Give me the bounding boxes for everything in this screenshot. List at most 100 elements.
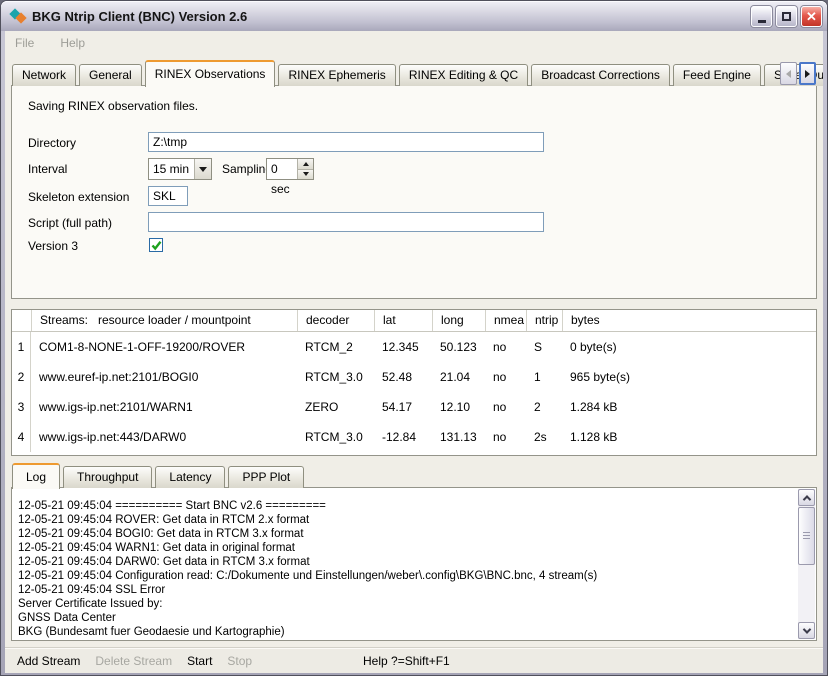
- chevron-down-icon: [802, 625, 810, 633]
- interval-value: 15 min: [149, 162, 194, 176]
- table-header: Streams: resource loader / mountpointdec…: [12, 310, 816, 332]
- cell-lat: -12.84: [374, 422, 432, 452]
- sampling-value: 0 sec: [267, 159, 297, 179]
- log-scrollbar[interactable]: [798, 489, 815, 639]
- client-area: File Help NetworkGeneralRINEX Observation…: [5, 31, 823, 673]
- help-label: Help ?=Shift+F1: [363, 654, 450, 668]
- maximize-icon: [782, 12, 791, 21]
- table-row[interactable]: 1COM1-8-NONE-1-OFF-19200/ROVERRTCM_212.3…: [12, 332, 816, 362]
- tab-log[interactable]: Log: [12, 463, 60, 489]
- tab-feed-engine[interactable]: Feed Engine: [673, 64, 761, 86]
- cell-num: 2: [12, 362, 31, 392]
- interval-label: Interval: [28, 162, 67, 176]
- titlebar[interactable]: BKG Ntrip Client (BNC) Version 2.6 ✕: [1, 1, 827, 31]
- chevron-down-icon: [199, 167, 207, 172]
- tab-rinex-observations[interactable]: RINEX Observations: [145, 60, 276, 87]
- cell-ntrip: S: [526, 332, 562, 362]
- cell-num: 3: [12, 392, 31, 422]
- cell-num: 1: [12, 332, 31, 362]
- tab-rinex-editing-qc[interactable]: RINEX Editing & QC: [399, 64, 528, 86]
- cell-ntrip: 2s: [526, 422, 562, 452]
- scroll-thumb[interactable]: [798, 507, 815, 565]
- cell-ntrip: 1: [526, 362, 562, 392]
- cell-mountpoint: www.euref-ip.net:2101/BOGI0: [31, 362, 297, 392]
- cell-long: 131.13: [432, 422, 485, 452]
- table-row[interactable]: 3www.igs-ip.net:2101/WARN1ZERO54.1712.10…: [12, 392, 816, 422]
- table-row[interactable]: 2www.euref-ip.net:2101/BOGI0RTCM_3.052.4…: [12, 362, 816, 392]
- scroll-up-button[interactable]: [798, 489, 815, 506]
- cell-ntrip: 2: [526, 392, 562, 422]
- maximize-button[interactable]: [776, 6, 797, 27]
- version3-checkbox[interactable]: [149, 238, 163, 252]
- cell-lat: 54.17: [374, 392, 432, 422]
- cell-mountpoint: www.igs-ip.net:2101/WARN1: [31, 392, 297, 422]
- table-row[interactable]: 4www.igs-ip.net:443/DARW0RTCM_3.0-12.841…: [12, 422, 816, 452]
- cell-num: 4: [12, 422, 31, 452]
- spin-up-button[interactable]: [298, 159, 313, 170]
- tab-rinex-ephemeris[interactable]: RINEX Ephemeris: [278, 64, 395, 86]
- interval-combobox[interactable]: 15 min: [148, 158, 212, 180]
- cell-mountpoint: COM1-8-NONE-1-OFF-19200/ROVER: [31, 332, 297, 362]
- sampling-spinbox[interactable]: 0 sec: [266, 158, 314, 180]
- skeleton-extension-label: Skeleton extension: [28, 190, 129, 204]
- cell-lat: 12.345: [374, 332, 432, 362]
- spin-down-button[interactable]: [298, 170, 313, 180]
- bnc-app-icon: [10, 8, 26, 24]
- script-label: Script (full path): [28, 216, 112, 230]
- table-body: 1COM1-8-NONE-1-OFF-19200/ROVERRTCM_212.3…: [12, 332, 816, 452]
- thumb-grip: [803, 532, 810, 541]
- version3-label: Version 3: [28, 239, 78, 253]
- cell-bytes: 1.284 kB: [562, 392, 816, 422]
- cell-nmea: no: [485, 392, 526, 422]
- rinex-observations-panel: Saving RINEX observation files. Director…: [11, 85, 817, 299]
- column-header-long: long: [432, 310, 485, 331]
- cell-nmea: no: [485, 422, 526, 452]
- cell-lat: 52.48: [374, 362, 432, 392]
- cell-long: 12.10: [432, 392, 485, 422]
- tab-throughput[interactable]: Throughput: [63, 466, 152, 488]
- menu-item-file[interactable]: File: [15, 36, 34, 50]
- cell-nmea: no: [485, 332, 526, 362]
- action-start[interactable]: Start: [187, 654, 212, 668]
- arrow-left-icon: [786, 70, 791, 78]
- streams-table: Streams: resource loader / mountpointdec…: [11, 309, 817, 456]
- column-header-num: [12, 310, 31, 331]
- log-panel: 12-05-21 09:45:04 ========== Start BNC v…: [11, 487, 817, 641]
- panel-description: Saving RINEX observation files.: [28, 99, 198, 113]
- script-input[interactable]: [148, 212, 544, 232]
- skeleton-extension-input[interactable]: [148, 186, 188, 206]
- tab-latency[interactable]: Latency: [155, 466, 225, 488]
- cell-mountpoint: www.igs-ip.net:443/DARW0: [31, 422, 297, 452]
- cell-decoder: RTCM_2: [297, 332, 374, 362]
- cell-long: 21.04: [432, 362, 485, 392]
- combobox-dropdown-button[interactable]: [194, 159, 211, 179]
- column-header-decoder: decoder: [297, 310, 374, 331]
- minimize-button[interactable]: [751, 6, 772, 27]
- tab-scroll-right-button[interactable]: [799, 62, 816, 85]
- arrow-right-icon: [805, 70, 810, 78]
- tab-general[interactable]: General: [79, 64, 142, 86]
- close-button[interactable]: ✕: [801, 6, 822, 27]
- bottom-tabbar: LogThroughputLatencyPPP Plot: [12, 462, 816, 488]
- column-header-ntrip: ntrip: [526, 310, 562, 331]
- column-header-bytes: bytes: [562, 310, 816, 331]
- cell-decoder: ZERO: [297, 392, 374, 422]
- action-add-stream[interactable]: Add Stream: [17, 654, 80, 668]
- column-header-lat: lat: [374, 310, 432, 331]
- cell-decoder: RTCM_3.0: [297, 362, 374, 392]
- statusbar: Add StreamDelete StreamStartStopHelp ?=S…: [5, 647, 823, 673]
- main-tabbar: NetworkGeneralRINEX ObservationsRINEX Ep…: [12, 60, 816, 86]
- menu-item-help[interactable]: Help: [60, 36, 85, 50]
- check-icon: [151, 240, 162, 251]
- action-delete-stream: Delete Stream: [95, 654, 172, 668]
- tab-ppp-plot[interactable]: PPP Plot: [228, 466, 304, 488]
- cell-nmea: no: [485, 362, 526, 392]
- column-header-mountpoint: Streams: resource loader / mountpoint: [31, 310, 297, 331]
- cell-bytes: 1.128 kB: [562, 422, 816, 452]
- menubar: File Help: [5, 31, 823, 55]
- scroll-down-button[interactable]: [798, 622, 815, 639]
- tab-network[interactable]: Network: [12, 64, 76, 86]
- tab-broadcast-corrections[interactable]: Broadcast Corrections: [531, 64, 670, 86]
- directory-input[interactable]: [148, 132, 544, 152]
- minimize-icon: [758, 20, 766, 23]
